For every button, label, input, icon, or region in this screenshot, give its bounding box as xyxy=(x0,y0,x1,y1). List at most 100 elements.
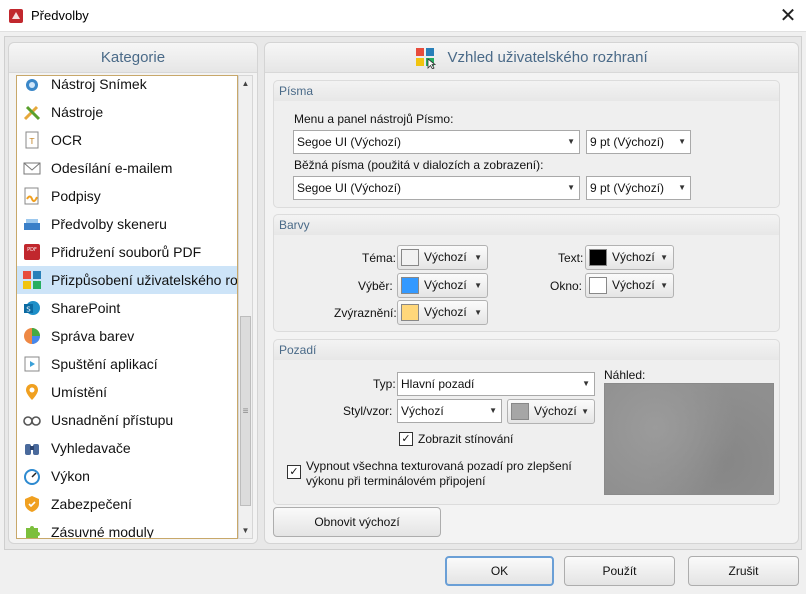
category-item[interactable]: Umístění xyxy=(17,378,237,406)
svg-text:T: T xyxy=(29,137,35,146)
menu-font-select[interactable]: Segoe UI (Výchozí) ▼ xyxy=(293,130,580,154)
category-item[interactable]: Usnadnění přístupu xyxy=(17,406,237,434)
chevron-down-icon: ▼ xyxy=(474,253,482,262)
fonts-group-title: Písma xyxy=(274,81,779,101)
highlight-label: Zvýraznění: xyxy=(334,306,397,320)
color-wheel-icon xyxy=(24,328,40,344)
chevron-down-icon: ▼ xyxy=(678,183,686,192)
title-bar: Předvolby ✕ xyxy=(0,0,806,32)
theme-color-button[interactable]: Výchozí ▼ xyxy=(397,245,488,270)
category-item[interactable]: Přizpůsobení uživatelského roz xyxy=(17,266,238,294)
category-heading: Kategorie xyxy=(9,43,257,73)
category-item[interactable]: Odesílání e-mailem xyxy=(17,154,237,182)
common-font-select[interactable]: Segoe UI (Výchozí) ▼ xyxy=(293,176,580,200)
theme-color-value: Výchozí xyxy=(424,250,467,264)
category-item[interactable]: S SharePoint xyxy=(17,294,237,322)
category-scrollbar[interactable]: ▲ ≡ ▼ xyxy=(238,75,253,539)
category-item-label: OCR xyxy=(51,132,83,148)
chevron-down-icon: ▼ xyxy=(660,281,668,290)
category-item[interactable]: Výkon xyxy=(17,462,237,490)
background-style-select[interactable]: Výchozí ▼ xyxy=(397,399,502,423)
category-item[interactable]: Nástroj Snímek xyxy=(17,76,237,98)
chevron-down-icon: ▼ xyxy=(567,183,575,192)
category-item[interactable]: Předvolby skeneru xyxy=(17,210,237,238)
style-label: Styl/vzor: xyxy=(343,404,393,418)
category-item-label: Předvolby skeneru xyxy=(51,216,167,232)
pdf-icon: PDF xyxy=(24,244,40,260)
category-item[interactable]: T OCR xyxy=(17,126,237,154)
menu-font-size-select[interactable]: 9 pt (Výchozí) ▼ xyxy=(586,130,691,154)
pdf-app-icon xyxy=(9,9,23,23)
category-item-label: Zabezpečení xyxy=(51,496,132,512)
window-color-button[interactable]: Výchozí ▼ xyxy=(585,273,674,298)
category-item-label: Usnadnění přístupu xyxy=(51,412,174,428)
disable-textures-label-line2: výkonu při terminálovém připojení xyxy=(306,474,486,488)
scroll-down-icon[interactable]: ▼ xyxy=(239,523,252,538)
highlight-color-button[interactable]: Výchozí ▼ xyxy=(397,300,488,325)
customize-ui-icon xyxy=(23,271,41,289)
menu-font-size-value: 9 pt (Výchozí) xyxy=(590,135,665,149)
disable-textures-checkbox[interactable]: ✓ xyxy=(287,465,301,479)
category-item-label: Nástroje xyxy=(51,104,104,120)
category-item[interactable]: Správa barev xyxy=(17,322,237,350)
customize-ui-icon xyxy=(416,48,437,70)
disable-textures-label-line1: Vypnout všechna texturovaná pozadí pro z… xyxy=(306,459,572,473)
category-item[interactable]: Nástroje xyxy=(17,98,237,126)
category-list[interactable]: Nástroj Snímek Nástroje T OCR Odesílání e-ma… xyxy=(16,75,238,539)
reset-defaults-button[interactable]: Obnovit výchozí xyxy=(273,507,441,537)
apply-button[interactable]: Použít xyxy=(564,556,675,586)
ok-button[interactable]: OK xyxy=(445,556,554,586)
shadow-checkbox[interactable]: ✓ xyxy=(399,432,413,446)
text-swatch xyxy=(589,249,607,266)
background-color-button[interactable]: Výchozí ▼ xyxy=(507,399,595,424)
window-title: Předvolby xyxy=(31,8,89,23)
chevron-down-icon: ▼ xyxy=(582,379,590,388)
category-item[interactable]: Vyhledavače xyxy=(17,434,237,462)
shield-icon xyxy=(25,496,39,512)
category-item-label: Vyhledavače xyxy=(51,440,131,456)
selection-color-value: Výchozí xyxy=(424,278,467,292)
category-item-label: Výkon xyxy=(51,468,90,484)
colors-group-title: Barvy xyxy=(274,215,779,235)
category-item[interactable]: Spuštění aplikací xyxy=(17,350,237,378)
window-swatch xyxy=(589,277,607,294)
category-item-label: Přizpůsobení uživatelského roz xyxy=(51,272,238,288)
svg-text:S: S xyxy=(26,306,31,314)
menu-font-label: Menu a panel nástrojů Písmo: xyxy=(294,112,454,126)
glasses-icon xyxy=(23,416,41,426)
close-icon[interactable]: ✕ xyxy=(776,4,800,28)
category-item-label: SharePoint xyxy=(51,300,121,316)
category-item-label: Nástroj Snímek xyxy=(51,76,147,92)
category-item[interactable]: Zásuvné moduly xyxy=(17,518,237,538)
window-color-label: Okno: xyxy=(550,279,583,293)
binoculars-icon xyxy=(25,444,39,455)
scroll-up-icon[interactable]: ▲ xyxy=(239,76,252,91)
chevron-down-icon: ▼ xyxy=(489,406,497,415)
selection-label: Výběr: xyxy=(358,279,393,293)
theme-swatch xyxy=(401,249,419,266)
background-preview xyxy=(604,383,774,495)
signature-icon xyxy=(24,187,39,205)
scroll-grip-icon: ≡ xyxy=(242,406,249,417)
category-item-label: Podpisy xyxy=(51,188,101,204)
category-item[interactable]: Zabezpečení xyxy=(17,490,237,518)
cancel-button[interactable]: Zrušit xyxy=(688,556,799,586)
common-font-size-select[interactable]: 9 pt (Výchozí) ▼ xyxy=(586,176,691,200)
common-font-value: Segoe UI (Výchozí) xyxy=(297,181,402,195)
settings-title: Vzhled uživatelského rozhraní xyxy=(447,49,648,66)
highlight-swatch xyxy=(401,304,419,321)
category-item[interactable]: PDF Přidružení souborů PDF xyxy=(17,238,237,266)
scanner-icon xyxy=(24,219,40,230)
selection-color-button[interactable]: Výchozí ▼ xyxy=(397,273,488,298)
svg-text:PDF: PDF xyxy=(27,247,37,253)
window-color-value: Výchozí xyxy=(612,278,655,292)
shadow-label: Zobrazit stínování xyxy=(418,432,514,446)
category-item[interactable]: Podpisy xyxy=(17,182,237,210)
background-type-select[interactable]: Hlavní pozadí ▼ xyxy=(397,372,595,396)
speedometer-icon xyxy=(24,469,40,485)
common-font-size-value: 9 pt (Výchozí) xyxy=(590,181,665,195)
text-color-button[interactable]: Výchozí ▼ xyxy=(585,245,674,270)
common-font-label: Běžná písma (použitá v dialozích a zobra… xyxy=(294,158,544,172)
background-color-value: Výchozí xyxy=(534,404,577,418)
chevron-down-icon: ▼ xyxy=(474,281,482,290)
